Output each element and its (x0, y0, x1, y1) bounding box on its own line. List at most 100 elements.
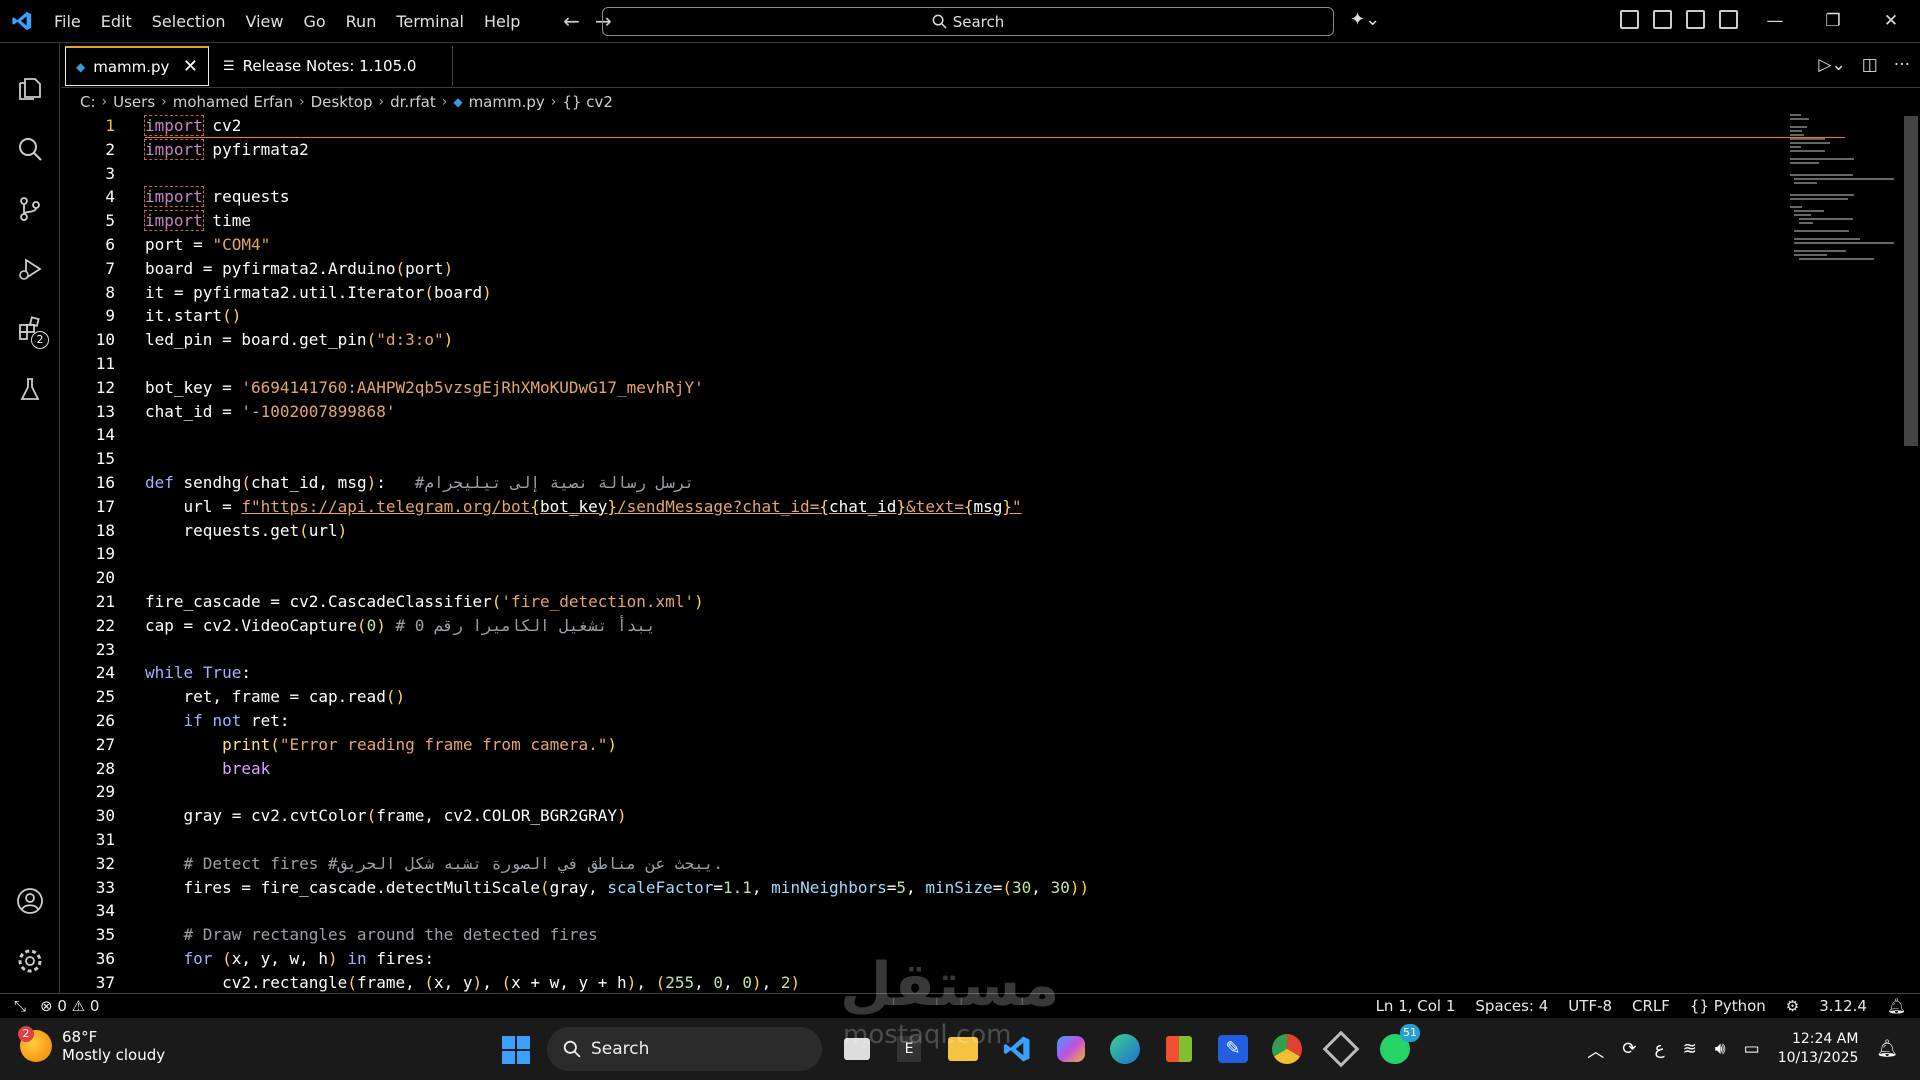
run-and-debug-icon[interactable] (0, 241, 60, 297)
code-line[interactable] (145, 780, 1845, 804)
wifi-icon[interactable]: ≋ (1683, 1039, 1697, 1059)
tab-release-notes[interactable]: ☰ Release Notes: 1.105.0 (213, 46, 453, 86)
copilot-app-icon[interactable] (1052, 1030, 1090, 1068)
accounts-icon[interactable] (0, 873, 60, 929)
code-line[interactable]: import cv2 (144, 114, 1845, 138)
source-control-icon[interactable] (0, 181, 60, 237)
code-line[interactable]: board = pyfirmata2.Arduino(port) (145, 257, 1845, 281)
breadcrumb-item[interactable]: {} cv2 (562, 93, 613, 111)
code-line[interactable]: fires = fire_cascade.detectMultiScale(gr… (145, 876, 1845, 900)
vertical-scrollbar[interactable] (1904, 116, 1918, 446)
code-line[interactable]: def sendhg(chat_id, msg): #ترسل رسالة نص… (145, 471, 1845, 495)
code-line[interactable]: requests.get(url) (145, 519, 1845, 543)
close-window-button[interactable]: ✕ (1862, 0, 1920, 43)
settings-gear-icon[interactable] (0, 933, 60, 989)
code-line[interactable]: it = pyfirmata2.util.Iterator(board) (145, 281, 1845, 305)
code-line[interactable]: print("Error reading frame from camera."… (145, 733, 1845, 757)
code-line[interactable] (145, 828, 1845, 852)
code-line[interactable]: while True: (145, 661, 1845, 685)
code-line[interactable] (145, 542, 1845, 566)
code-line[interactable]: led_pin = board.get_pin("d:3:o") (145, 328, 1845, 352)
toggle-secondary-sidebar-icon[interactable] (1719, 10, 1738, 29)
minimize-button[interactable]: — (1746, 0, 1804, 43)
python-interpreter[interactable]: 3.12.4 (1819, 997, 1867, 1015)
code-line[interactable]: chat_id = '-1002007899868' (145, 400, 1845, 424)
code-editor[interactable]: 1 2 3 4 5 6 7 8 9 10 11 12 13 14 15 16 17 18 19 20 21 22 23 24 2… (61, 114, 1920, 992)
menu-view[interactable]: View (236, 0, 294, 43)
extensions-icon[interactable]: 2 (0, 301, 60, 357)
search-view-icon[interactable] (0, 121, 60, 177)
code-line[interactable]: gray = cv2.cvtColor(frame, cv2.COLOR_BGR… (145, 804, 1845, 828)
testing-icon[interactable] (0, 361, 60, 417)
run-python-file-icon[interactable]: ▷⌄ (1818, 55, 1845, 75)
cursor-position[interactable]: Ln 1, Col 1 (1376, 997, 1456, 1015)
code-line[interactable] (145, 566, 1845, 590)
code-line[interactable]: fire_cascade = cv2.CascadeClassifier('fi… (145, 590, 1845, 614)
code-line[interactable]: port = "COM4" (145, 233, 1845, 257)
breadcrumb-item[interactable]: Users (113, 93, 155, 111)
code-line[interactable]: if not ret: (145, 709, 1845, 733)
menu-file[interactable]: File (44, 0, 91, 43)
chevron-up-icon[interactable]: ︿ (1587, 1037, 1604, 1062)
menu-edit[interactable]: Edit (91, 0, 142, 43)
back-arrow-icon[interactable]: ← (560, 9, 582, 33)
edge-browser-icon[interactable] (1106, 1030, 1144, 1068)
language-mode[interactable]: {} Python (1690, 997, 1766, 1015)
code-line[interactable] (145, 899, 1845, 923)
breadcrumb-item[interactable]: dr.rfat (390, 93, 436, 111)
restore-button[interactable]: ❐ (1804, 0, 1862, 43)
code-line[interactable]: # Draw rectangles around the detected fi… (145, 923, 1845, 947)
weather-widget[interactable]: 2 68°F Mostly cloudy (18, 1026, 165, 1064)
code-line[interactable]: break (145, 757, 1845, 781)
toggle-primary-sidebar-icon[interactable] (1653, 10, 1672, 29)
menu-selection[interactable]: Selection (142, 0, 236, 43)
indentation[interactable]: Spaces: 4 (1475, 997, 1548, 1015)
code-line[interactable]: # Detect fires #يبحث عن مناطق في الصورة … (145, 852, 1845, 876)
breadcrumb-item[interactable]: Desktop (311, 93, 373, 111)
problems-indicator[interactable]: ⊗ 0 ⚠ 0 (40, 997, 99, 1015)
battery-icon[interactable]: ▭ (1744, 1039, 1760, 1059)
customize-layout-icon[interactable] (1620, 10, 1639, 29)
encoding[interactable]: UTF-8 (1568, 997, 1612, 1015)
code-line[interactable] (145, 423, 1845, 447)
toggle-panel-icon[interactable] (1686, 10, 1705, 29)
keyboard-language[interactable]: ع (1655, 1039, 1665, 1059)
notifications-bell-icon[interactable]: 🔔︎ (1887, 997, 1906, 1015)
close-tab-icon[interactable]: ✕ (183, 56, 198, 77)
notification-bell-icon[interactable]: 🔔︎ (1876, 1039, 1898, 1059)
end-of-line[interactable]: CRLF (1632, 997, 1670, 1015)
code-line[interactable]: import requests (144, 185, 1845, 209)
breadcrumb-item[interactable]: mamm.py (469, 93, 545, 111)
menu-terminal[interactable]: Terminal (386, 0, 474, 43)
minimap[interactable] (1790, 114, 1900, 260)
whatsapp-icon[interactable]: 51 (1376, 1024, 1420, 1068)
remote-icon[interactable]: ⤡ (14, 997, 26, 1015)
menu-run[interactable]: Run (336, 0, 387, 43)
tab-mamm-py[interactable]: ◆ mamm.py ✕ (65, 46, 209, 86)
sync-icon[interactable]: ⟳ (1622, 1039, 1636, 1059)
menu-help[interactable]: Help (474, 0, 530, 43)
explorer-icon[interactable] (0, 61, 60, 117)
code-line[interactable] (145, 162, 1845, 186)
code-line[interactable]: cap = cv2.VideoCapture(0) # يبدأ تشغيل ا… (145, 614, 1845, 638)
breadcrumb-item[interactable]: C: (80, 93, 96, 111)
chrome-browser-icon[interactable] (1268, 1030, 1306, 1068)
code-line[interactable]: import pyfirmata2 (144, 138, 1845, 162)
more-actions-icon[interactable]: ··· (1894, 55, 1910, 75)
unity-app-icon[interactable] (1322, 1030, 1360, 1068)
pen-app-icon[interactable]: ✎ (1214, 1030, 1252, 1068)
volume-icon[interactable]: 🔊︎ (1715, 1039, 1726, 1059)
split-editor-icon[interactable]: ◫ (1862, 55, 1878, 75)
copilot-status-icon[interactable]: ⚙ (1786, 997, 1799, 1015)
code-line[interactable]: bot_key = '6694141760:AAHPW2qb5vzsgEjRhX… (145, 376, 1845, 400)
command-center-search[interactable]: Search (602, 7, 1334, 36)
code-line[interactable]: url = f"https://api.telegram.org/bot{bot… (145, 495, 1845, 519)
code-line[interactable] (145, 352, 1845, 376)
microsoft-store-icon[interactable] (1160, 1030, 1198, 1068)
copilot-icon[interactable]: ✦⌄ (1350, 9, 1380, 30)
breadcrumb-item[interactable]: mohamed Erfan (173, 93, 293, 111)
taskbar-search[interactable]: Search (547, 1027, 822, 1071)
code-line[interactable] (145, 638, 1845, 662)
code-line[interactable]: import time (144, 209, 1845, 233)
clock[interactable]: 12:24 AM 10/13/2025 (1778, 1030, 1859, 1068)
